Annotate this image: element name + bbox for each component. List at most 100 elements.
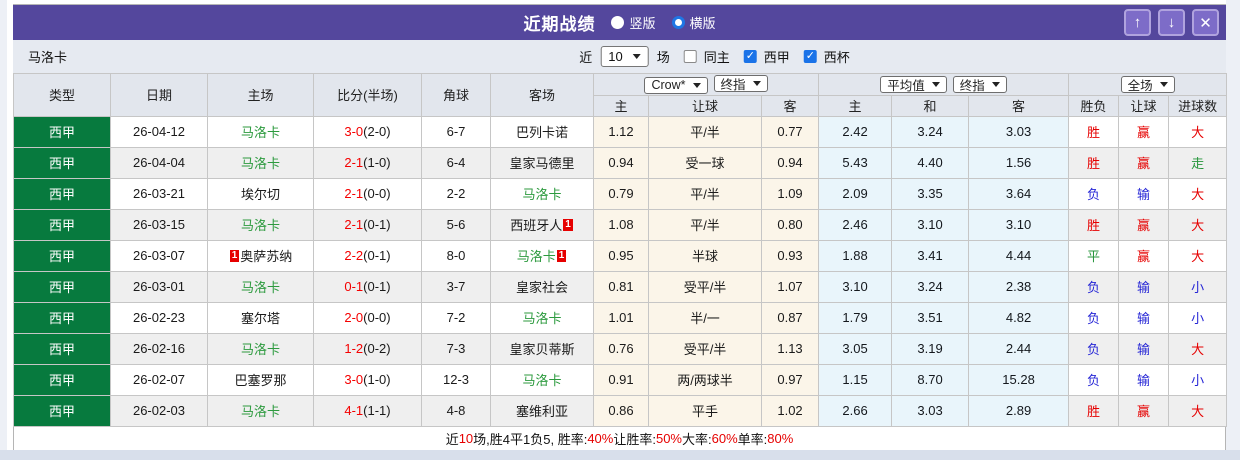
column-header: 主场 — [207, 73, 314, 117]
odds-source-select[interactable]: Crow* — [644, 76, 708, 94]
half-time-score: (1-1) — [363, 403, 391, 418]
away-team-name: 马洛卡 — [522, 311, 562, 326]
radio-icon[interactable] — [611, 16, 625, 29]
average-odds-cell: 3.24 — [891, 270, 970, 303]
summary-segment: 让胜率: — [613, 432, 656, 447]
home-team-name: 奥萨苏纳 — [240, 249, 293, 264]
column-header: 比分(半场) — [313, 73, 422, 117]
handicap-odds-cell: 1.01 — [593, 301, 649, 334]
handicap-odds-cell: 0.77 — [760, 115, 820, 148]
close-button[interactable]: ✕ — [1192, 9, 1219, 36]
full-time-score: 3-0 — [344, 372, 364, 387]
average-odds-cell: 3.10 — [818, 270, 893, 303]
table-row: 西甲 26-03-07 1 奥萨苏纳 2-2(0-1) 8-0 马洛卡 1 0.95 半球 0.93… — [13, 239, 1228, 272]
average-odds-cell: 2.42 — [818, 115, 893, 148]
odds-source-select[interactable]: 终指 — [952, 75, 1007, 93]
handicap-odds-cell: 0.97 — [760, 363, 820, 396]
corners-cell: 12-3 — [421, 363, 491, 396]
recent-results-panel: 近期战绩 竖版 横版 ↑ ↓ ✕ 马洛卡 近 10 场 同主 ✓ 西甲 ✓ 西杯… — [0, 0, 1240, 460]
result-cell: 走 — [1168, 146, 1228, 179]
handicap-odds-cell: 0.93 — [760, 239, 820, 272]
summary-segment: 40% — [587, 431, 614, 446]
away-team-name: 马洛卡 — [522, 373, 562, 388]
odds-source-select[interactable]: 平均值 — [880, 75, 947, 93]
match-date: 26-03-21 — [110, 177, 208, 210]
result-cell: 大 — [1168, 208, 1228, 241]
handicap-odds-cell: 受一球 — [648, 146, 762, 179]
result-cell: 输 — [1118, 301, 1170, 334]
match-date: 26-04-12 — [110, 115, 208, 148]
checkbox-laliga[interactable] — [743, 49, 757, 63]
odds-source-select[interactable]: 全场 — [1120, 75, 1175, 93]
average-odds-cell: 2.44 — [968, 332, 1070, 365]
handicap-odds-cell: 平/半 — [648, 115, 762, 148]
average-odds-cell: 3.10 — [968, 208, 1070, 241]
home-team-name: 马洛卡 — [240, 218, 280, 233]
column-header: 日期 — [110, 73, 208, 117]
column-header: 胜负 — [1068, 94, 1120, 117]
column-header: 主 — [818, 94, 893, 117]
half-time-score: (0-2) — [363, 341, 391, 356]
result-cell: 小 — [1168, 301, 1228, 334]
move-down-button[interactable]: ↓ — [1158, 9, 1185, 36]
home-team-cell: 马洛卡 — [207, 270, 314, 303]
score-cell: 3-0(2-0) — [313, 115, 422, 148]
average-odds-cell: 4.82 — [968, 301, 1070, 334]
recent-count-select[interactable]: 10 — [600, 46, 649, 67]
away-team-name: 马洛卡 — [522, 187, 562, 202]
average-odds-cell: 3.35 — [891, 177, 970, 210]
table-row: 西甲 26-02-23 塞尔塔 2-0(0-0) 7-2 马洛卡 1.01 半/一 0.87 1.… — [13, 301, 1228, 334]
home-team-name: 马洛卡 — [240, 125, 280, 140]
away-team-cell: 塞维利亚 — [490, 394, 594, 427]
table-row: 西甲 26-04-12 马洛卡 3-0(2-0) 6-7 巴列卡诺 1.12 平/半 0.77 2… — [13, 115, 1228, 148]
score-cell: 2-0(0-0) — [313, 301, 422, 334]
handicap-odds-cell: 1.08 — [593, 208, 649, 241]
league-badge: 西甲 — [13, 239, 111, 272]
corners-cell: 6-7 — [421, 115, 491, 148]
move-up-button[interactable]: ↑ — [1124, 9, 1151, 36]
average-odds-cell: 3.51 — [891, 301, 970, 334]
home-team-name: 埃尔切 — [240, 187, 280, 202]
checkbox-same-home[interactable] — [683, 50, 697, 63]
corners-cell: 8-0 — [421, 239, 491, 272]
home-team-name: 马洛卡 — [240, 342, 280, 357]
column-header: 角球 — [421, 73, 491, 117]
half-time-score: (0-1) — [363, 248, 391, 263]
away-team-cell: 马洛卡 — [490, 363, 594, 396]
score-cell: 1-2(0-2) — [313, 332, 422, 365]
home-team-cell: 1 奥萨苏纳 — [207, 239, 314, 272]
league-badge: 西甲 — [13, 394, 111, 427]
score-cell: 2-1(0-0) — [313, 177, 422, 210]
checkbox-cup[interactable] — [803, 49, 817, 63]
handicap-odds-cell: 平手 — [648, 394, 762, 427]
full-time-score: 2-1 — [344, 217, 364, 232]
home-team-cell: 马洛卡 — [207, 208, 314, 241]
radio-selected-icon[interactable] — [671, 16, 685, 29]
summary-segment: 60% — [711, 431, 738, 446]
average-odds-cell: 8.70 — [891, 363, 970, 396]
close-icon: ✕ — [1199, 14, 1212, 32]
league-badge: 西甲 — [13, 332, 111, 365]
result-cell: 赢 — [1118, 239, 1170, 272]
layout-radio-vertical[interactable]: 竖版 — [611, 13, 656, 32]
corners-cell: 4-8 — [421, 394, 491, 427]
result-cell: 负 — [1068, 177, 1120, 210]
odds-source-select[interactable]: 终指 — [713, 75, 768, 92]
home-team-cell: 马洛卡 — [207, 394, 314, 427]
layout-radio-horizontal[interactable]: 横版 — [671, 13, 716, 32]
average-odds-cell: 2.38 — [968, 270, 1070, 303]
half-time-score: (0-0) — [363, 310, 391, 325]
select-value: 终指 — [720, 78, 746, 92]
home-team-name: 塞尔塔 — [240, 311, 280, 326]
checkbox-label: 西杯 — [823, 50, 850, 65]
result-cell: 负 — [1068, 301, 1120, 334]
summary-segment: 大率: — [682, 432, 712, 447]
result-cell: 输 — [1118, 332, 1170, 365]
handicap-odds-cell: 0.81 — [593, 270, 649, 303]
result-cell: 大 — [1168, 177, 1228, 210]
result-cell: 输 — [1118, 363, 1170, 396]
league-badge: 西甲 — [13, 177, 111, 210]
full-time-score: 2-0 — [344, 310, 364, 325]
select-value: 平均值 — [887, 78, 925, 93]
result-cell: 负 — [1068, 332, 1120, 365]
